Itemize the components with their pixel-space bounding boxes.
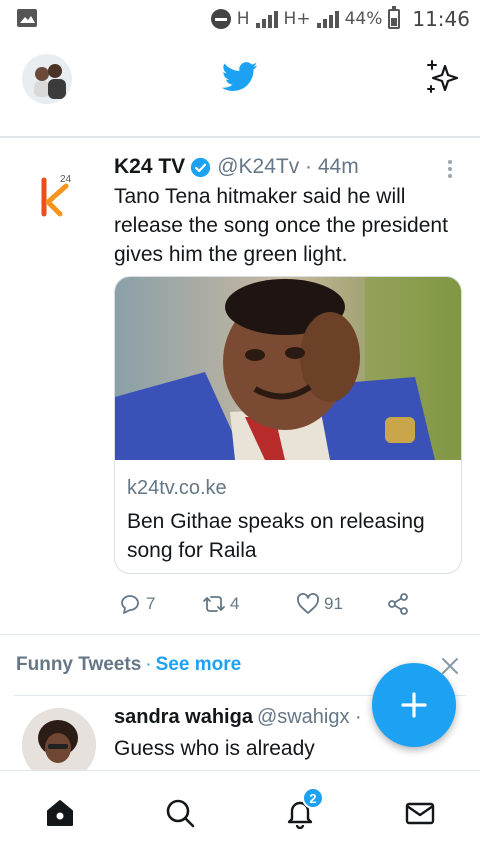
close-icon[interactable] xyxy=(440,656,460,676)
status-bar: H H+ 44% 11:46 xyxy=(0,0,480,38)
card-image xyxy=(115,277,461,460)
author-handle-time: @K24Tv · 44m xyxy=(217,155,359,178)
tweet-header: K24 TV @K24Tv · 44m xyxy=(114,152,359,182)
reply-count: 7 xyxy=(146,594,156,613)
reply-icon xyxy=(121,595,139,614)
twitter-bird-icon[interactable] xyxy=(222,62,258,92)
section-header: Funny Tweets · See more xyxy=(16,654,241,676)
network-type-1: H xyxy=(236,9,250,29)
k24-logo-avatar[interactable]: 24 xyxy=(30,170,82,222)
retweet-icon xyxy=(203,596,225,612)
tweet-text: Guess who is already xyxy=(114,737,315,760)
retweet-button[interactable]: 4 xyxy=(202,592,239,616)
divider xyxy=(0,634,480,635)
nav-home[interactable] xyxy=(40,795,80,831)
clock: 11:46 xyxy=(412,7,470,31)
mail-icon xyxy=(405,802,435,825)
tweet-actions: 7 4 91 xyxy=(114,592,464,622)
tweet[interactable]: 24 K24 TV @K24Tv · 44m Tano Tena hitmake… xyxy=(0,140,480,634)
link-card[interactable]: k24tv.co.ke Ben Githae speaks on releasi… xyxy=(114,276,462,574)
top-app-bar xyxy=(0,38,480,118)
bottom-navigation: 2 xyxy=(0,770,480,854)
compose-tweet-button[interactable] xyxy=(372,663,456,747)
verified-badge-icon xyxy=(191,157,211,177)
profile-avatar[interactable] xyxy=(22,54,72,104)
heart-icon xyxy=(297,593,319,614)
see-more-link[interactable]: See more xyxy=(156,654,242,675)
divider xyxy=(0,136,480,138)
signal-icon xyxy=(255,10,278,28)
do-not-disturb-icon xyxy=(210,9,231,29)
retweet-count: 4 xyxy=(230,594,240,613)
tweet-header: sandra wahiga @swahigx · xyxy=(114,706,362,729)
search-icon xyxy=(166,799,195,828)
profile-photo xyxy=(22,54,72,104)
network-type-2: H+ xyxy=(283,9,311,29)
author-handle: @swahigx · xyxy=(256,706,362,728)
battery-percent: 44% xyxy=(344,9,383,29)
author-name[interactable]: sandra wahiga xyxy=(114,706,253,728)
reply-button[interactable]: 7 xyxy=(118,592,155,616)
like-button[interactable]: 91 xyxy=(296,592,343,616)
battery-icon xyxy=(388,6,401,29)
notification-badge: 2 xyxy=(302,787,324,809)
nav-messages[interactable] xyxy=(400,795,440,831)
more-options-icon[interactable] xyxy=(440,158,460,182)
tweet-text: Tano Tena hitmaker said he will release … xyxy=(114,185,448,266)
home-icon xyxy=(47,800,73,826)
share-icon xyxy=(388,593,408,615)
status-indicators: H H+ 44% 11:46 xyxy=(210,6,470,32)
author-name[interactable]: K24 TV xyxy=(114,155,185,179)
signal-icon-2 xyxy=(316,10,339,28)
card-domain: k24tv.co.ke xyxy=(127,477,227,499)
gallery-icon xyxy=(17,9,37,27)
nav-search[interactable] xyxy=(160,795,200,831)
card-title: Ben Githae speaks on releasing song for … xyxy=(127,510,425,562)
k24-logo-text: 24 xyxy=(60,174,72,185)
plus-icon xyxy=(401,692,427,718)
nav-notifications[interactable]: 2 xyxy=(280,787,324,831)
share-button[interactable] xyxy=(386,592,414,616)
sparkle-icon[interactable] xyxy=(424,58,462,96)
section-title: Funny Tweets xyxy=(16,654,142,675)
section-separator: · xyxy=(145,654,152,675)
like-count: 91 xyxy=(324,594,343,613)
